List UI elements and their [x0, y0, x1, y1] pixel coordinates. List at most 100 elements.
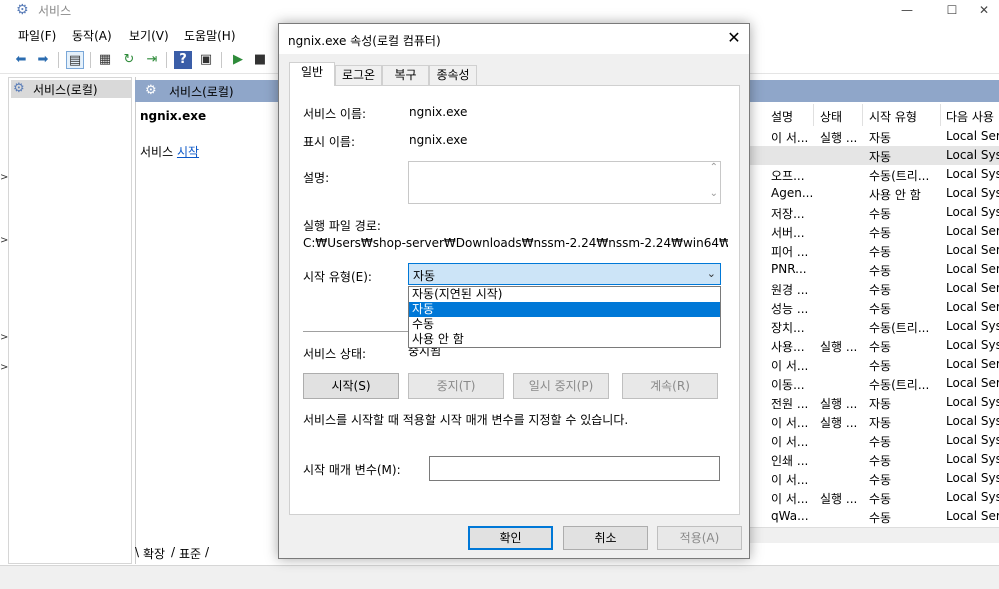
service-action: 서비스 시작	[140, 143, 199, 160]
refresh-icon[interactable]: ↻	[120, 51, 138, 69]
service-row[interactable]: qWa... 수동 Local Serv	[750, 507, 999, 526]
service-row[interactable]: PNR... 수동 Local Serv	[750, 260, 999, 279]
window-title: 서비스	[38, 4, 72, 18]
service-description: 인쇄 ...	[771, 454, 809, 468]
scroll-down-icon[interactable]: ⌄	[710, 188, 718, 199]
service-row[interactable]: 장치... 수동(트리... Local Syst	[750, 317, 999, 336]
ok-button[interactable]: 확인	[468, 526, 553, 550]
help-icon[interactable]: ?	[174, 51, 192, 69]
cancel-button[interactable]: 취소	[563, 526, 648, 550]
service-description: 이 서...	[771, 416, 809, 430]
service-row[interactable]: 이 서... 수동 Local Serv	[750, 355, 999, 374]
window-close-button[interactable]: ✕	[970, 2, 998, 18]
service-row[interactable]: 오프... 수동(트리... Local Syst	[750, 165, 999, 184]
service-row[interactable]: 사용... 실행 ... 수동 Local Syst	[750, 336, 999, 355]
apply-button[interactable]: 적용(A)	[657, 526, 742, 550]
tree-node-services-local[interactable]: ⚙ 서비스(로컬)	[11, 80, 131, 98]
service-row[interactable]: 이 서... 실행 ... 자동 Local Serv	[750, 127, 999, 146]
maximize-button[interactable]: ☐	[938, 2, 966, 18]
description-field[interactable]: ⌃ ⌄	[408, 161, 721, 204]
menu-action[interactable]: 동작(A)	[72, 27, 112, 44]
tab-divider: /	[205, 545, 210, 559]
service-row[interactable]: 전원 ... 실행 ... 자동 Local Syst	[750, 393, 999, 412]
pause-button[interactable]: 일시 중지(P)	[513, 373, 609, 399]
menu-view[interactable]: 보기(V)	[129, 27, 169, 44]
service-startup-type: 수동	[869, 473, 892, 487]
service-row[interactable]: 자동 Local Syst	[750, 146, 999, 165]
service-row[interactable]: 이 서... 수동 Local Syst	[750, 469, 999, 488]
service-row[interactable]: 이 서... 실행 ... 자동 Local Syst	[750, 412, 999, 431]
display-name-value: ngnix.exe	[409, 133, 468, 147]
back-arrow-icon[interactable]: ⬅	[12, 51, 30, 69]
service-row[interactable]: Agen... 사용 안 함 Local Syst	[750, 184, 999, 203]
startup-option[interactable]: 사용 안 함	[409, 332, 720, 347]
service-startup-type: 수동	[869, 283, 892, 297]
startup-type-select[interactable]: 자동 ⌄	[408, 263, 721, 285]
tab-recovery[interactable]: 복구	[382, 65, 429, 85]
menu-file[interactable]: 파일(F)	[18, 27, 56, 44]
column-header-logon-as[interactable]: 다음 사용	[946, 108, 994, 125]
tab-logon[interactable]: 로그온	[335, 65, 382, 85]
menu-help[interactable]: 도움말(H)	[184, 27, 236, 44]
stop-icon[interactable]: ■	[251, 51, 269, 69]
column-header-description[interactable]: 설명	[771, 108, 793, 125]
play-icon[interactable]: ▶	[229, 51, 247, 69]
service-row[interactable]: 이동... 수동(트리... Local Serv	[750, 374, 999, 393]
service-startup-type: 수동	[869, 454, 892, 468]
startup-option[interactable]: 수동	[409, 317, 720, 332]
window-titlebar: ⚙ 서비스 — ☐ ✕	[0, 0, 999, 20]
service-status: 실행 ...	[820, 340, 858, 354]
service-description: PNR...	[771, 262, 807, 276]
list-header-band	[750, 80, 999, 102]
properties-icon[interactable]: ▦	[96, 51, 114, 69]
tab-standard[interactable]: 표준	[179, 545, 201, 562]
service-row[interactable]: 저장... 수동 Local Syst	[750, 203, 999, 222]
service-logon-as: Local Syst	[946, 471, 999, 485]
tab-general[interactable]: 일반	[289, 62, 335, 86]
service-description: 피어 ...	[771, 245, 809, 259]
status-bar	[0, 565, 999, 589]
toolbar-separator	[221, 52, 222, 68]
service-row[interactable]: 피어 ... 수동 Local Serv	[750, 241, 999, 260]
view-icon[interactable]: ▣	[197, 51, 215, 69]
minimize-button[interactable]: —	[893, 2, 921, 18]
gear-icon: ⚙	[13, 81, 25, 96]
tab-arrow-icon: \	[135, 545, 140, 559]
startup-option[interactable]: 자동	[409, 302, 720, 317]
service-row[interactable]: 원경 ... 수동 Local Serv	[750, 279, 999, 298]
service-logon-as: Local Serv	[946, 376, 999, 390]
service-logon-as: Local Syst	[946, 395, 999, 409]
tab-dependencies[interactable]: 종속성	[429, 65, 477, 85]
export-icon[interactable]: ⇥	[143, 51, 161, 69]
column-header-status[interactable]: 상태	[820, 108, 842, 125]
forward-arrow-icon[interactable]: ➡	[34, 51, 52, 69]
service-startup-type: 수동	[869, 435, 892, 449]
service-logon-as: Local Serv	[946, 300, 999, 314]
console-tree-icon[interactable]: ▤	[66, 51, 84, 69]
dialog-title: ngnix.exe 속성(로컬 컴퓨터)	[288, 34, 441, 48]
service-logon-as: Local Syst	[946, 490, 999, 504]
service-startup-type: 사용 안 함	[869, 188, 921, 202]
scroll-up-icon[interactable]: ⌃	[710, 162, 718, 173]
dialog-close-button[interactable]: ✕	[725, 29, 743, 47]
start-params-input[interactable]	[429, 456, 720, 481]
service-logon-as: Local Syst	[946, 338, 999, 352]
toolbar-separator	[90, 52, 91, 68]
service-row[interactable]: 인쇄 ... 수동 Local Syst	[750, 450, 999, 469]
start-service-link[interactable]: 시작	[177, 145, 199, 159]
start-button[interactable]: 시작(S)	[303, 373, 399, 399]
service-description: 전원 ...	[771, 397, 809, 411]
startup-option[interactable]: 자동(지연된 시작)	[409, 287, 720, 302]
stop-button[interactable]: 중지(T)	[408, 373, 504, 399]
service-row[interactable]: 이 서... 수동 Local Syst	[750, 431, 999, 450]
column-header-startup-type[interactable]: 시작 유형	[869, 108, 917, 125]
service-row[interactable]: 이 서... 실행 ... 수동 Local Syst	[750, 488, 999, 507]
dialog-titlebar: ngnix.exe 속성(로컬 컴퓨터) ✕	[279, 24, 749, 54]
service-row[interactable]: 성능 ... 수동 Local Serv	[750, 298, 999, 317]
horizontal-scrollbar[interactable]	[750, 527, 999, 543]
service-startup-type: 자동	[869, 416, 892, 430]
tab-extended[interactable]: 확장	[143, 545, 165, 562]
service-startup-type: 수동	[869, 245, 892, 259]
resume-button[interactable]: 계속(R)	[622, 373, 718, 399]
service-row[interactable]: 서버... 수동 Local Serv	[750, 222, 999, 241]
